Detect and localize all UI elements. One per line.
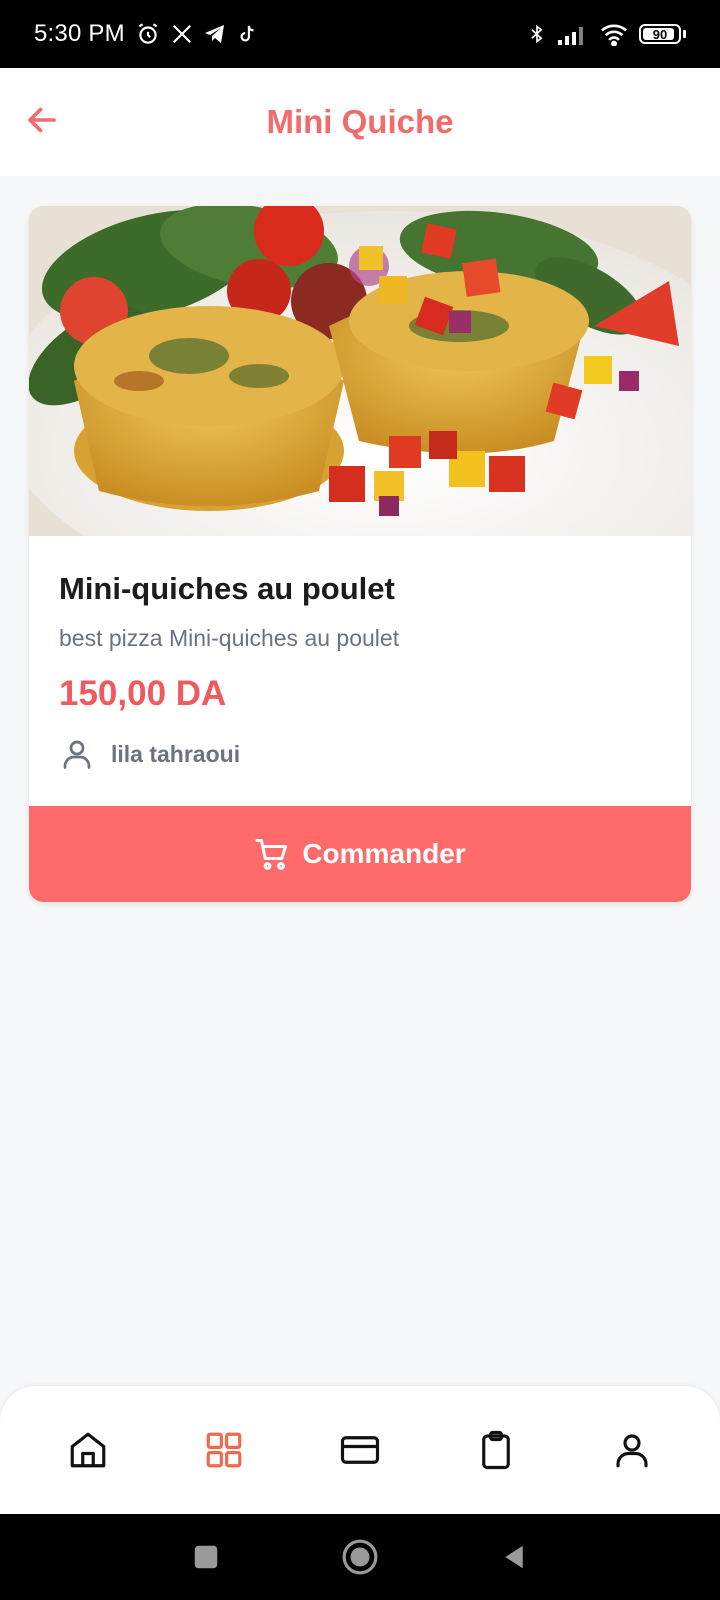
telegram-icon xyxy=(204,25,224,43)
product-name: Mini-quiches au poulet xyxy=(59,571,395,606)
back-button[interactable] xyxy=(22,100,62,140)
product-price: 150,00 DA xyxy=(59,674,227,714)
bluetooth-icon xyxy=(531,24,543,44)
user-icon xyxy=(63,740,91,770)
nav-orders[interactable] xyxy=(460,1414,532,1486)
system-nav-bar xyxy=(0,1514,720,1600)
battery-level: 90 xyxy=(652,26,668,42)
arrow-left-icon xyxy=(28,107,56,133)
recents-button[interactable] xyxy=(191,1542,221,1572)
battery-icon: 90 xyxy=(639,24,686,44)
nav-home[interactable] xyxy=(52,1414,124,1486)
tiktok-icon xyxy=(240,25,254,42)
x-icon xyxy=(172,24,191,44)
nav-profile[interactable] xyxy=(596,1414,668,1486)
square-icon xyxy=(194,1545,218,1569)
back-system-button[interactable] xyxy=(499,1542,529,1572)
circle-icon xyxy=(342,1539,378,1575)
signal-icon xyxy=(558,27,583,45)
app-header: Mini Quiche xyxy=(0,68,720,176)
card-icon xyxy=(340,1436,380,1464)
product-card: Mini-quiches au poulet best pizza Mini-q… xyxy=(29,206,691,902)
food-photo xyxy=(29,206,691,536)
home-icon xyxy=(70,1432,106,1468)
order-button[interactable]: Commander xyxy=(29,806,691,902)
seller-name: lila tahraoui xyxy=(111,740,241,767)
seller-row: lila tahraoui xyxy=(59,736,661,772)
profile-icon xyxy=(616,1434,648,1468)
nav-categories[interactable] xyxy=(188,1414,260,1486)
nav-payments[interactable] xyxy=(324,1414,396,1486)
order-button-label: Commander xyxy=(302,838,466,869)
page-title: Mini Quiche xyxy=(266,103,454,140)
product-description: best pizza Mini-quiches au poulet xyxy=(59,625,400,652)
status-time: 5:30 PM xyxy=(34,20,125,47)
home-system-button[interactable] xyxy=(341,1538,379,1576)
cart-icon xyxy=(255,839,288,870)
bottom-nav xyxy=(0,1386,720,1514)
product-image xyxy=(29,206,691,536)
wifi-icon xyxy=(601,24,627,46)
alarm-icon xyxy=(138,23,158,44)
clipboard-icon xyxy=(482,1430,510,1470)
triangle-back-icon xyxy=(505,1545,523,1569)
status-bar: 5:30 PM 90 xyxy=(0,0,720,68)
grid-icon xyxy=(206,1432,242,1468)
